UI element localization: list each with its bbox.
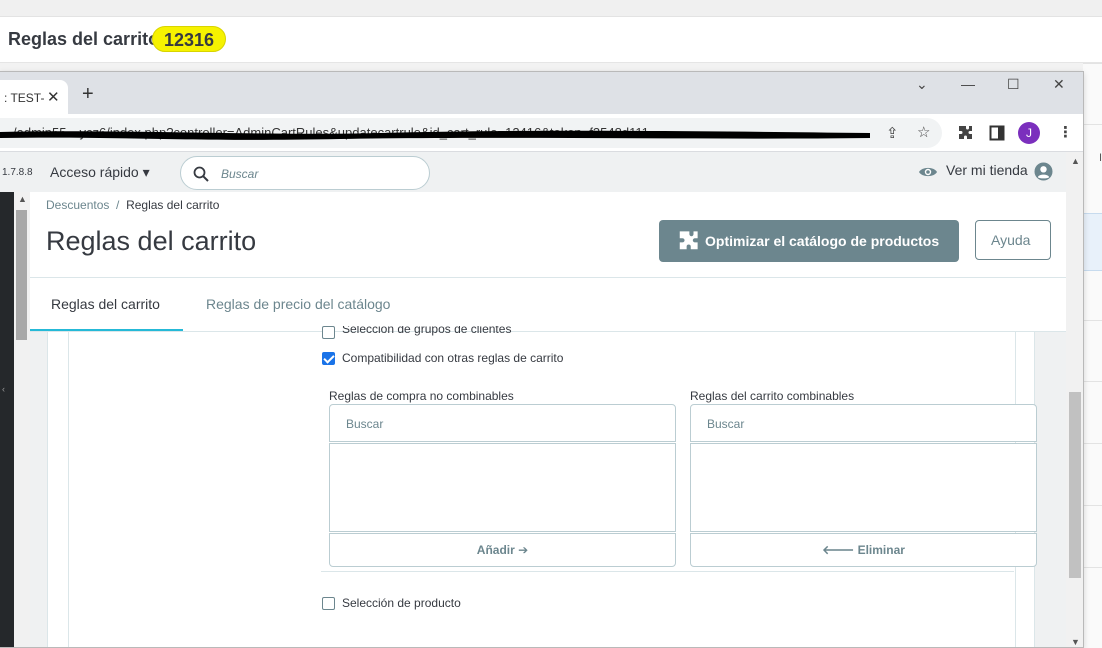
quick-access-dropdown[interactable]: Acceso rápido ▾: [50, 164, 150, 181]
sidebar-scrollbar[interactable]: ▲: [14, 192, 30, 647]
breadcrumb-separator: /: [116, 198, 120, 212]
non-combinable-rules-label: Reglas de compra no combinables: [329, 389, 514, 403]
outer-title-bar: Reglas del carrito 12316: [0, 17, 1102, 63]
page-scrollbar[interactable]: ▲ ▼: [1066, 152, 1083, 647]
selected-list-row[interactable]: [1083, 213, 1102, 271]
scroll-up-arrow-icon[interactable]: ▲: [1071, 156, 1080, 166]
browser-window: : TEST- ✕ + ⌄ — ☐ ✕ …/admin55…ycz6/index…: [0, 71, 1084, 648]
list-divider: [1083, 320, 1102, 321]
url-field[interactable]: …/admin55…ycz6/index.php?controller=Admi…: [0, 118, 942, 148]
help-label: Ayuda: [991, 232, 1031, 248]
view-store-link[interactable]: Ver mi tienda: [946, 162, 1028, 178]
outer-page-title: Reglas del carrito: [8, 29, 160, 49]
product-selection-checkbox[interactable]: [322, 597, 335, 610]
new-tab-icon[interactable]: +: [82, 83, 94, 106]
product-selection-label: Selección de producto: [342, 596, 461, 610]
minimize-icon[interactable]: —: [961, 76, 975, 92]
non-combinable-search-input[interactable]: Buscar: [329, 404, 676, 442]
browser-tab-bar: : TEST- ✕ + ⌄ — ☐ ✕: [0, 72, 1083, 114]
puzzle-icon: [679, 231, 698, 250]
extensions-icon[interactable]: [957, 125, 973, 141]
highlighted-id-badge: 12316: [152, 26, 227, 52]
sidebar-dark-strip: ‹: [0, 192, 14, 647]
menu-kebab-icon[interactable]: ⋮: [1058, 123, 1073, 141]
outer-background-list: I: [1083, 63, 1102, 648]
page-header: Descuentos / Reglas del carrito Reglas d…: [30, 192, 1066, 332]
cart-rule-compatibility-checkbox[interactable]: [322, 352, 335, 365]
search-placeholder: Buscar: [221, 167, 259, 181]
combinable-search-input[interactable]: Buscar: [690, 404, 1037, 442]
list-divider: [1083, 124, 1102, 125]
profile-avatar[interactable]: J: [1018, 122, 1040, 144]
user-account-icon[interactable]: [1034, 162, 1053, 181]
add-rule-button[interactable]: Añadir ➔: [329, 533, 676, 567]
list-divider: [1083, 443, 1102, 444]
customer-groups-checkbox[interactable]: [322, 326, 335, 339]
share-icon[interactable]: ⇪: [886, 124, 899, 142]
admin-search-input[interactable]: Buscar: [180, 156, 430, 190]
scroll-down-arrow-icon[interactable]: ▼: [1071, 637, 1080, 647]
bookmark-star-icon[interactable]: ☆: [917, 123, 930, 141]
page-content: 1.7.8.8 Acceso rápido ▾ Buscar Ver mi ti…: [0, 152, 1083, 647]
cart-rule-compatibility-label: Compatibilidad con otras reglas de carri…: [342, 351, 564, 365]
eye-icon: [919, 167, 937, 177]
non-combinable-search-placeholder: Buscar: [346, 417, 384, 431]
combinable-search-placeholder: Buscar: [707, 417, 745, 431]
list-divider: [1083, 381, 1102, 382]
breadcrumb-current: Reglas del carrito: [126, 198, 220, 212]
optimize-catalog-button[interactable]: Optimizar el catálogo de productos: [659, 220, 959, 262]
combinable-rules-list[interactable]: [690, 443, 1037, 532]
tab-catalog-price-rules[interactable]: Reglas de precio del catálogo: [206, 296, 390, 312]
redaction-scribble: [0, 130, 870, 140]
help-button[interactable]: Ayuda: [975, 220, 1051, 260]
sidebar-scroll-thumb[interactable]: [16, 210, 27, 340]
outer-top-strip: [0, 0, 1102, 17]
sidebar-collapse-icon[interactable]: ‹: [2, 384, 5, 394]
header-divider: [30, 277, 1066, 278]
tab-close-icon[interactable]: ✕: [47, 88, 60, 106]
address-bar: …/admin55…ycz6/index.php?controller=Admi…: [0, 114, 1083, 152]
list-divider: [1083, 63, 1102, 64]
browser-tab[interactable]: : TEST- ✕: [0, 80, 68, 114]
side-panel-icon[interactable]: [989, 125, 1005, 141]
list-divider: [1083, 505, 1102, 506]
list-divider: [1083, 567, 1102, 568]
non-combinable-rules-list[interactable]: [329, 443, 676, 532]
page-scroll-thumb[interactable]: [1069, 392, 1081, 578]
scroll-up-arrow-icon[interactable]: ▲: [18, 194, 27, 204]
page-title: Reglas del carrito: [46, 226, 257, 256]
version-label: 1.7.8.8: [2, 167, 33, 178]
section-separator: [321, 571, 1014, 572]
browser-tab-title: : TEST-: [4, 91, 45, 105]
tab-search-icon[interactable]: ⌄: [916, 76, 928, 93]
optimize-catalog-label: Optimizar el catálogo de productos: [705, 233, 940, 249]
breadcrumb-parent-link[interactable]: Descuentos: [46, 198, 109, 212]
search-icon: [193, 166, 209, 182]
window-close-icon[interactable]: ✕: [1053, 76, 1065, 93]
combinable-rules-label: Reglas del carrito combinables: [690, 389, 855, 403]
maximize-icon[interactable]: ☐: [1007, 76, 1020, 93]
tab-cart-rules[interactable]: Reglas del carrito: [51, 296, 160, 312]
breadcrumb: Descuentos / Reglas del carrito: [46, 198, 219, 212]
remove-rule-button[interactable]: 🡐 Eliminar: [690, 533, 1037, 567]
